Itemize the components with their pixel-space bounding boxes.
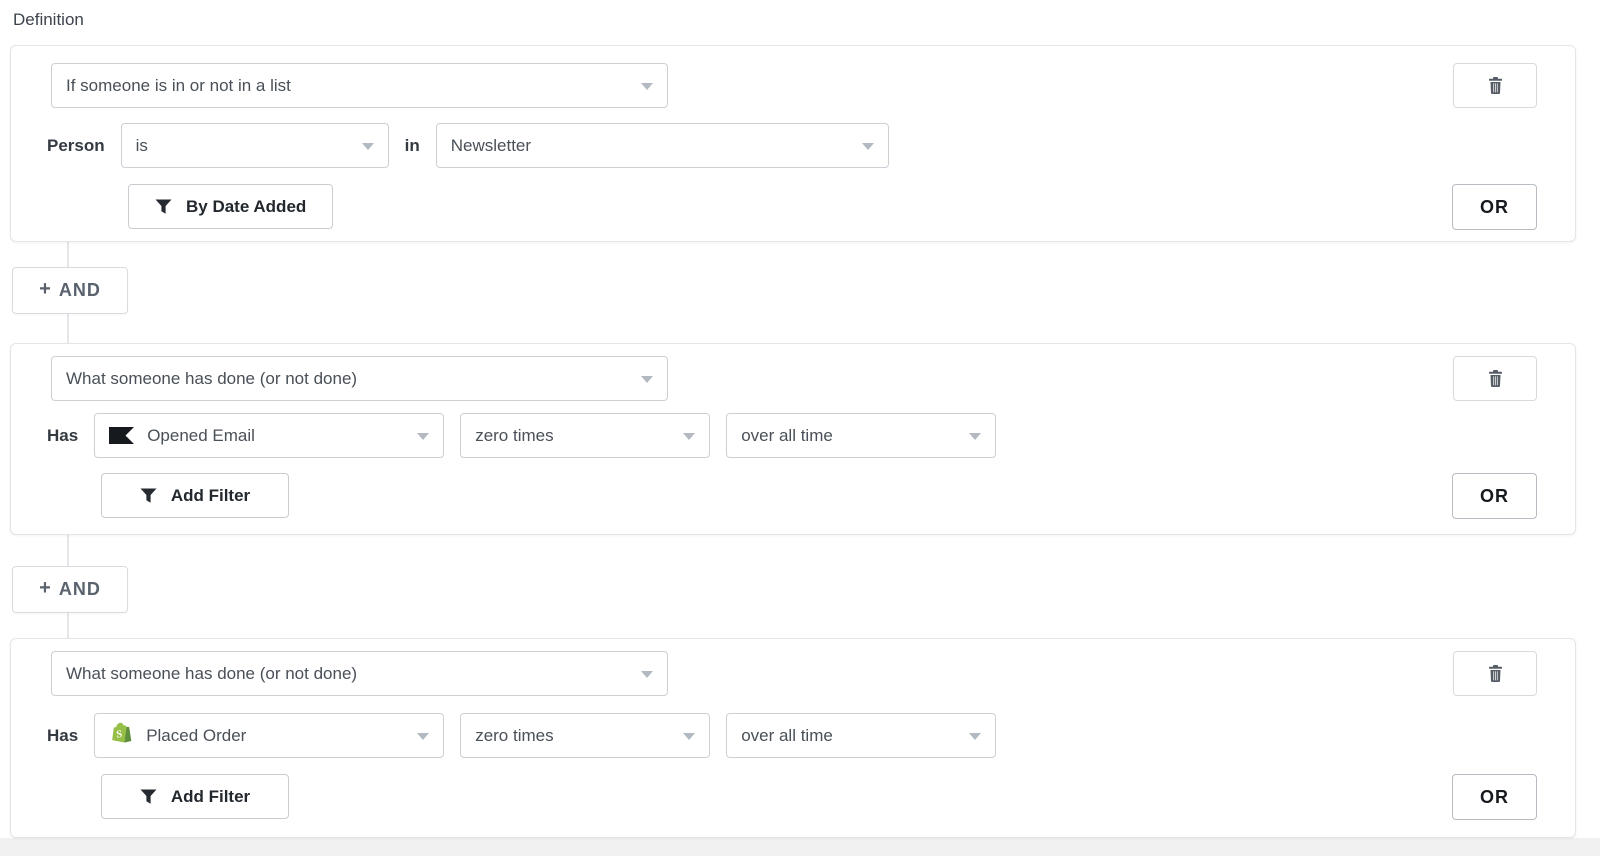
- frequency-select[interactable]: zero times: [460, 713, 710, 758]
- preposition-label: in: [405, 136, 420, 156]
- chevron-down-icon: [969, 733, 981, 740]
- chevron-down-icon: [641, 671, 653, 678]
- chevron-down-icon: [641, 376, 653, 383]
- event-value: Opened Email: [147, 426, 255, 446]
- delete-condition-button[interactable]: [1453, 356, 1537, 401]
- subject-label: Has: [47, 726, 78, 746]
- event-select[interactable]: Opened Email: [94, 413, 444, 458]
- funnel-icon: [155, 199, 172, 215]
- condition-type-select[interactable]: What someone has done (or not done): [51, 651, 668, 696]
- timeframe-value: over all time: [741, 726, 833, 746]
- funnel-icon: [140, 488, 157, 504]
- by-date-added-label: By Date Added: [186, 197, 306, 217]
- chevron-down-icon: [683, 733, 695, 740]
- condition-type-select[interactable]: What someone has done (or not done): [51, 356, 668, 401]
- membership-operator-select[interactable]: is: [121, 123, 389, 168]
- timeframe-select[interactable]: over all time: [726, 713, 996, 758]
- subject-label: Person: [47, 136, 105, 156]
- condition-type-value: If someone is in or not in a list: [66, 76, 291, 96]
- add-and-condition-button[interactable]: + AND: [12, 566, 128, 613]
- condition-detail-row: Has Opened Email zero times over all tim…: [47, 413, 996, 458]
- or-button[interactable]: OR: [1452, 774, 1537, 820]
- chevron-down-icon: [362, 143, 374, 150]
- delete-condition-button[interactable]: [1453, 651, 1537, 696]
- condition-type-value: What someone has done (or not done): [66, 369, 357, 389]
- trash-icon: [1488, 77, 1503, 95]
- add-and-condition-button[interactable]: + AND: [12, 267, 128, 314]
- timeframe-value: over all time: [741, 426, 833, 446]
- page-title: Definition: [13, 10, 84, 30]
- by-date-added-button[interactable]: By Date Added: [128, 184, 333, 229]
- chevron-down-icon: [641, 83, 653, 90]
- or-button[interactable]: OR: [1452, 184, 1537, 230]
- chevron-down-icon: [969, 433, 981, 440]
- svg-text:S: S: [116, 729, 123, 740]
- chevron-down-icon: [862, 143, 874, 150]
- condition-type-select[interactable]: If someone is in or not in a list: [51, 63, 668, 108]
- condition-card-placed-order: What someone has done (or not done) Has …: [10, 638, 1576, 838]
- frequency-select[interactable]: zero times: [460, 413, 710, 458]
- condition-type-row: What someone has done (or not done): [51, 651, 668, 696]
- or-button[interactable]: OR: [1452, 473, 1537, 519]
- trash-icon: [1488, 665, 1503, 683]
- list-value: Newsletter: [451, 136, 531, 156]
- plus-icon: +: [39, 577, 52, 600]
- chevron-down-icon: [683, 433, 695, 440]
- add-filter-button[interactable]: Add Filter: [101, 774, 289, 819]
- klaviyo-flag-icon: [109, 427, 134, 444]
- trash-icon: [1488, 370, 1503, 388]
- frequency-value: zero times: [475, 726, 553, 746]
- plus-icon: +: [39, 278, 52, 301]
- subject-label: Has: [47, 426, 78, 446]
- condition-detail-row: Has S Placed Order zero times over all t…: [47, 713, 996, 758]
- page-background-strip: [0, 838, 1600, 856]
- and-label: AND: [59, 579, 101, 600]
- condition-type-value: What someone has done (or not done): [66, 664, 357, 684]
- condition-filter-row: By Date Added: [128, 184, 333, 229]
- add-filter-label: Add Filter: [171, 486, 250, 506]
- event-value: Placed Order: [146, 726, 246, 746]
- delete-condition-button[interactable]: [1453, 63, 1537, 108]
- chevron-down-icon: [417, 433, 429, 440]
- condition-detail-row: Person is in Newsletter: [47, 123, 889, 168]
- timeframe-select[interactable]: over all time: [726, 413, 996, 458]
- condition-filter-row: Add Filter: [101, 473, 289, 518]
- add-filter-button[interactable]: Add Filter: [101, 473, 289, 518]
- segment-definition-builder: { "page": { "title": "Definition" }, "pl…: [0, 0, 1600, 856]
- shopify-bag-icon: S: [109, 722, 133, 749]
- membership-operator-value: is: [136, 136, 148, 156]
- frequency-value: zero times: [475, 426, 553, 446]
- funnel-icon: [140, 789, 157, 805]
- condition-card-list: If someone is in or not in a list Person…: [10, 45, 1576, 242]
- add-filter-label: Add Filter: [171, 787, 250, 807]
- condition-card-opened-email: What someone has done (or not done) Has …: [10, 343, 1576, 535]
- condition-type-row: If someone is in or not in a list: [51, 63, 668, 108]
- list-select[interactable]: Newsletter: [436, 123, 889, 168]
- condition-type-row: What someone has done (or not done): [51, 356, 668, 401]
- condition-filter-row: Add Filter: [101, 774, 289, 819]
- and-label: AND: [59, 280, 101, 301]
- event-select[interactable]: S Placed Order: [94, 713, 444, 758]
- chevron-down-icon: [417, 733, 429, 740]
